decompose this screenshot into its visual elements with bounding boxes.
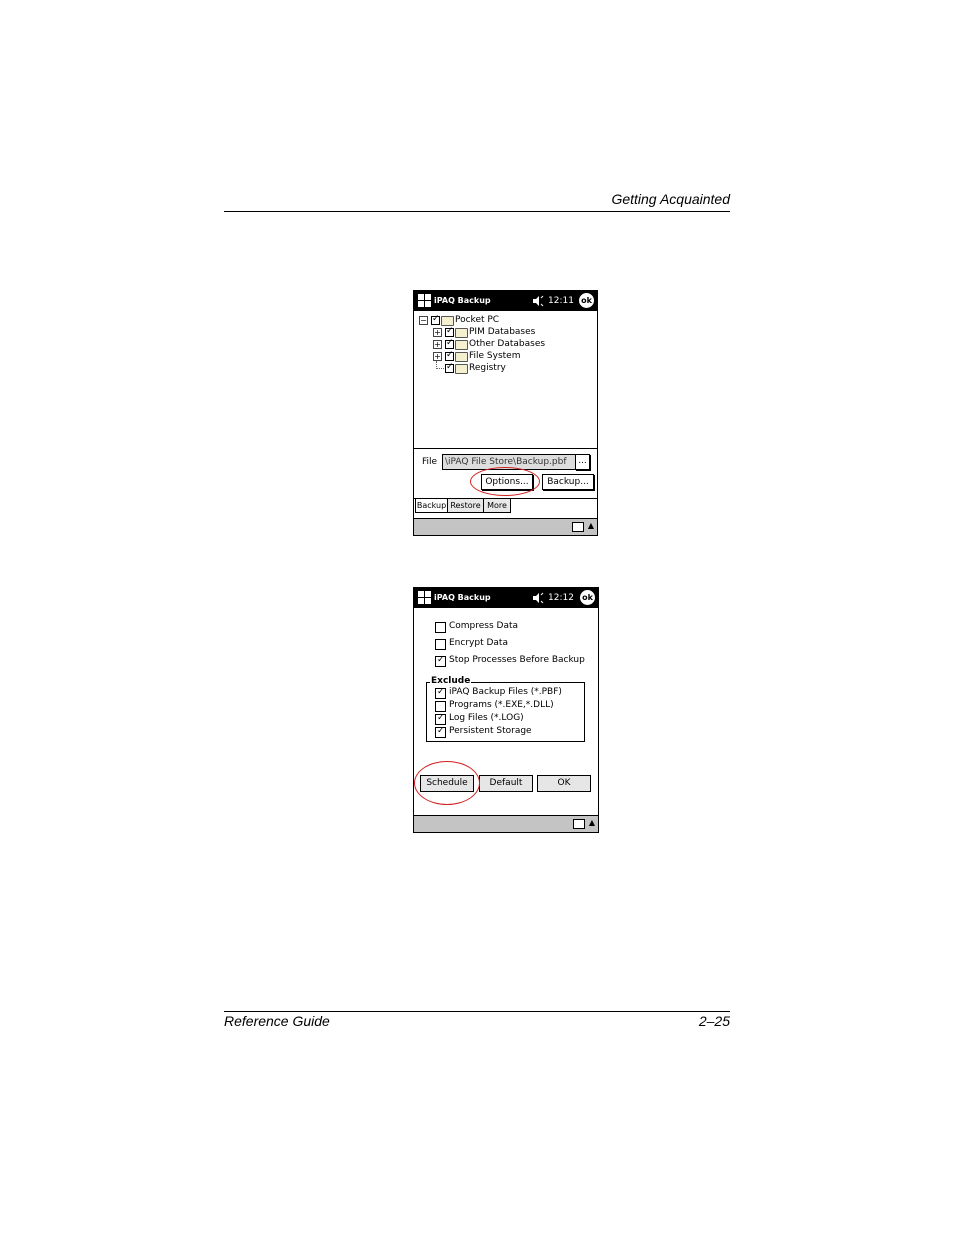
menu-bar: ▲: [414, 518, 597, 535]
checkbox[interactable]: [435, 687, 446, 699]
tree-checkbox[interactable]: [445, 338, 454, 349]
tab-more[interactable]: More: [483, 499, 511, 513]
option-label: Stop Processes Before Backup: [449, 655, 585, 665]
folder-icon: [455, 328, 468, 338]
divider: [414, 448, 597, 449]
checkbox[interactable]: [435, 713, 446, 725]
ok-button[interactable]: OK: [537, 775, 591, 792]
speaker-icon[interactable]: [532, 295, 544, 307]
folder-icon: [441, 316, 454, 326]
screenshot-backup-options: iPAQ Backup 12:12 ok Compress Data Encry…: [413, 587, 599, 833]
screenshot-backup-tab: iPAQ Backup 12:11 ok − Pocket PC + PIM D…: [413, 290, 598, 536]
option-label: Programs (*.EXE,*.DLL): [449, 700, 554, 710]
option-label: Log Files (*.LOG): [449, 713, 524, 723]
tree-label: Other Databases: [469, 339, 546, 349]
input-panel-arrow-icon[interactable]: ▲: [589, 818, 595, 827]
windows-start-icon[interactable]: [417, 293, 432, 308]
highlight-ellipse: [414, 761, 480, 805]
browse-button[interactable]: ...: [575, 454, 590, 470]
tree-checkbox[interactable]: [445, 326, 454, 337]
exclude-group: Exclude iPAQ Backup Files (*.PBF) Progra…: [426, 676, 585, 742]
option-label: Compress Data: [449, 621, 519, 631]
option-label: Encrypt Data: [449, 638, 508, 648]
folder-icon: [455, 364, 468, 374]
expand-icon[interactable]: +: [433, 340, 442, 349]
page-header: Getting Acquainted: [611, 191, 730, 207]
footer-rule: [224, 1011, 730, 1012]
checkbox[interactable]: [435, 701, 446, 712]
highlight-ellipse: [470, 467, 540, 496]
keyboard-icon[interactable]: [572, 522, 584, 532]
tree-label: PIM Databases: [469, 327, 536, 337]
speaker-icon[interactable]: [532, 592, 544, 604]
clock[interactable]: 12:11: [548, 296, 574, 306]
backup-button[interactable]: Backup...: [542, 474, 594, 490]
expand-icon[interactable]: +: [433, 328, 442, 337]
option-label: iPAQ Backup Files (*.PBF): [449, 687, 562, 697]
ok-icon[interactable]: ok: [580, 590, 595, 605]
header-rule: [224, 211, 730, 212]
checkbox[interactable]: [435, 726, 446, 738]
checkbox[interactable]: [435, 655, 446, 667]
app-title: iPAQ Backup: [434, 593, 491, 602]
tab-backup[interactable]: Backup: [415, 499, 448, 513]
tree-checkbox[interactable]: [431, 314, 440, 325]
app-title: iPAQ Backup: [434, 296, 491, 305]
tree-label: Registry: [469, 363, 506, 373]
checkbox[interactable]: [435, 622, 446, 633]
tree-label: File System: [469, 351, 521, 361]
input-panel-arrow-icon[interactable]: ▲: [588, 521, 594, 530]
tree-connector: [436, 361, 444, 369]
option-label: Persistent Storage: [449, 726, 532, 736]
title-bar: iPAQ Backup 12:12 ok: [414, 588, 598, 608]
folder-icon: [455, 352, 468, 362]
default-button[interactable]: Default: [479, 775, 533, 792]
tree-checkbox[interactable]: [445, 350, 454, 361]
page-number: 2–25: [698, 1013, 730, 1029]
clock[interactable]: 12:12: [548, 593, 574, 603]
keyboard-icon[interactable]: [573, 819, 585, 829]
expand-icon[interactable]: +: [433, 352, 442, 361]
checkbox[interactable]: [435, 639, 446, 650]
title-bar: iPAQ Backup 12:11 ok: [414, 291, 597, 311]
tab-bar: Backup Restore More: [414, 499, 597, 513]
ok-icon[interactable]: ok: [579, 293, 594, 308]
tab-restore[interactable]: Restore: [447, 499, 484, 513]
footer-title: Reference Guide: [224, 1013, 330, 1029]
collapse-icon[interactable]: −: [419, 316, 428, 325]
exclude-legend: Exclude: [430, 676, 472, 686]
file-label: File: [422, 457, 438, 467]
tree-checkbox[interactable]: [445, 362, 454, 373]
windows-start-icon[interactable]: [417, 590, 432, 605]
tree-label: Pocket PC: [455, 315, 500, 325]
folder-icon: [455, 340, 468, 350]
menu-bar: ▲: [414, 815, 598, 832]
